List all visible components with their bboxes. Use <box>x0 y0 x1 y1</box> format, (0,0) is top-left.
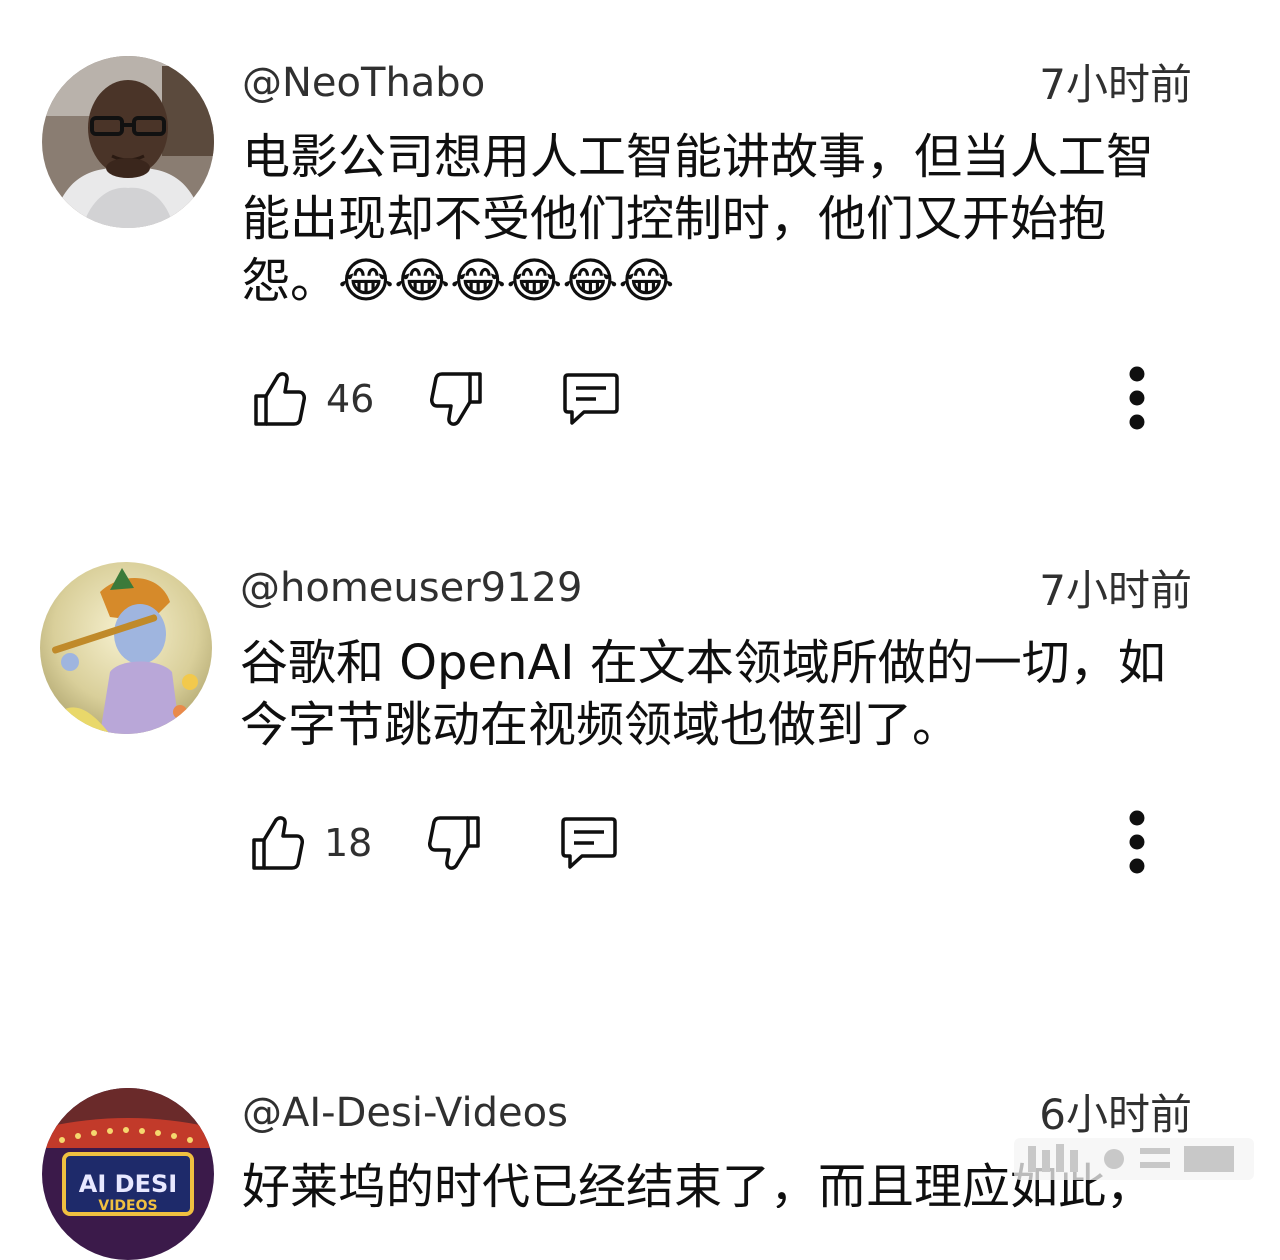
comment-author[interactable]: @AI-Desi-Videos <box>242 1088 568 1138</box>
comment-reply-icon <box>563 373 619 425</box>
thumbs-down-icon <box>428 816 480 870</box>
more-vertical-icon <box>1129 810 1145 874</box>
watermark <box>1014 1132 1254 1186</box>
dislike-button[interactable] <box>428 808 482 878</box>
comment-reply-icon <box>561 817 617 869</box>
thumbs-down-icon <box>430 372 482 426</box>
comment-timestamp: 7小时前 <box>1039 566 1192 615</box>
comment-author[interactable]: @NeoThabo <box>242 58 485 108</box>
comment-text: 谷歌和 OpenAI 在文本领域所做的一切，如今字节跳动在视频领域也做到了。 <box>240 635 1166 753</box>
avatar-krishna-painting-image <box>40 562 212 734</box>
avatar[interactable] <box>42 56 214 228</box>
comment-text: 电影公司想用人工智能讲故事，但当人工智能出现却不受他们控制时，他们又开始抱怨。😂… <box>242 129 1155 309</box>
like-button[interactable] <box>252 364 306 434</box>
svg-text:VIDEOS: VIDEOS <box>98 1198 157 1214</box>
logo-text: AI DESI <box>79 1170 177 1198</box>
avatar-person-glasses-image <box>42 56 214 228</box>
comment-timestamp: 7小时前 <box>1039 60 1192 109</box>
comment-actions: 18 <box>250 808 1200 878</box>
thumbs-up-icon <box>254 372 306 426</box>
more-options-button[interactable] <box>1122 364 1152 438</box>
avatar[interactable] <box>40 562 212 734</box>
more-vertical-icon <box>1129 366 1145 430</box>
avatar[interactable]: AI DESI VIDEOS <box>42 1088 214 1260</box>
reply-button[interactable] <box>560 808 618 878</box>
more-options-button[interactable] <box>1122 808 1152 882</box>
dislike-button[interactable] <box>430 364 484 434</box>
thumbs-up-icon <box>252 816 304 870</box>
avatar-ai-desi-videos-logo: AI DESI VIDEOS <box>42 1088 214 1260</box>
comment-actions: 46 <box>252 364 1202 434</box>
comment-author[interactable]: @homeuser9129 <box>240 563 582 613</box>
like-button[interactable] <box>250 808 304 878</box>
reply-button[interactable] <box>562 364 620 434</box>
like-count: 46 <box>326 377 375 421</box>
like-count: 18 <box>324 821 373 865</box>
